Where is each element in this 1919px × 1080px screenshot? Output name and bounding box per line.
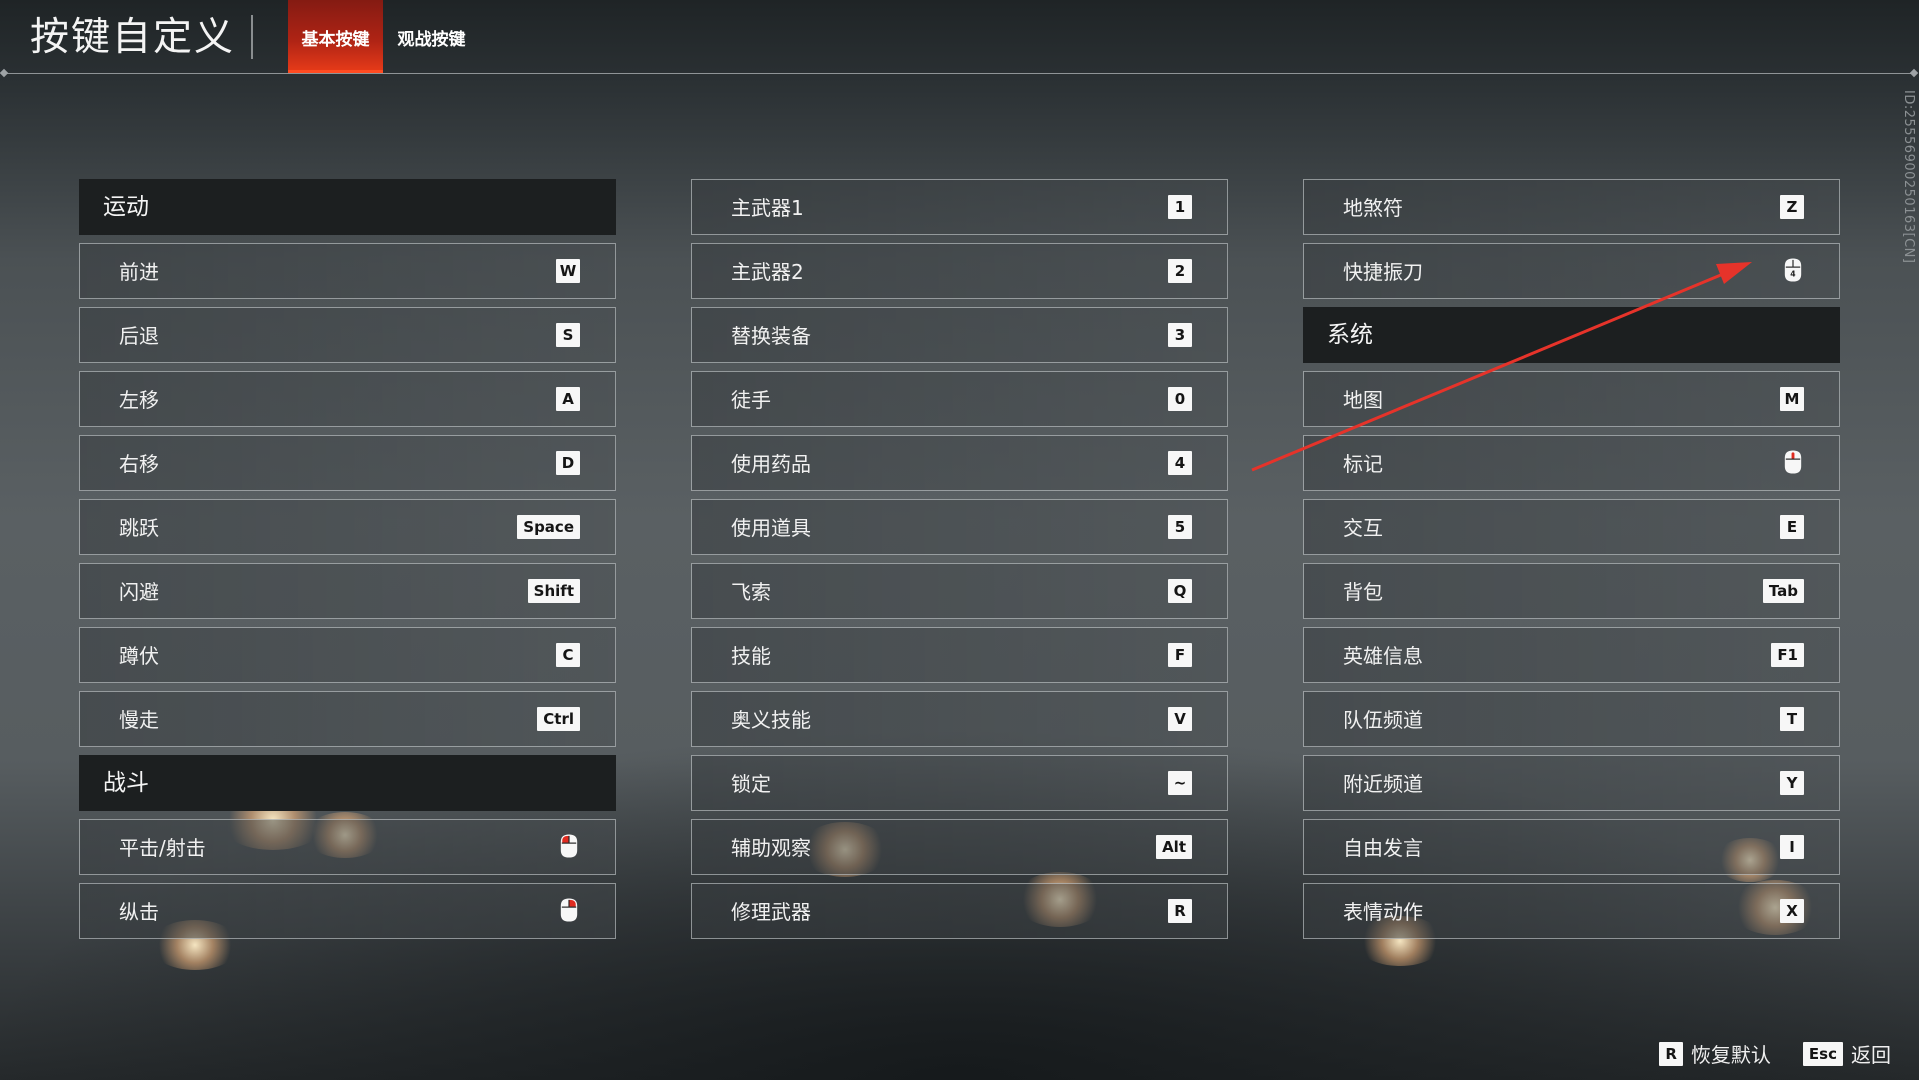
restore-default-label: 恢复默认 — [1690, 1043, 1771, 1067]
key-cap: Esc — [1802, 1041, 1843, 1066]
restore-default-button[interactable]: R 恢复默认 — [1659, 1039, 1771, 1068]
back-button[interactable]: Esc 返回 — [1802, 1039, 1891, 1068]
key-cap: R — [1659, 1041, 1683, 1066]
footer: R 恢复默认 Esc 返回 — [1659, 1039, 1891, 1068]
back-label: 返回 — [1851, 1043, 1891, 1067]
annotation-arrow — [1251, 262, 1752, 472]
